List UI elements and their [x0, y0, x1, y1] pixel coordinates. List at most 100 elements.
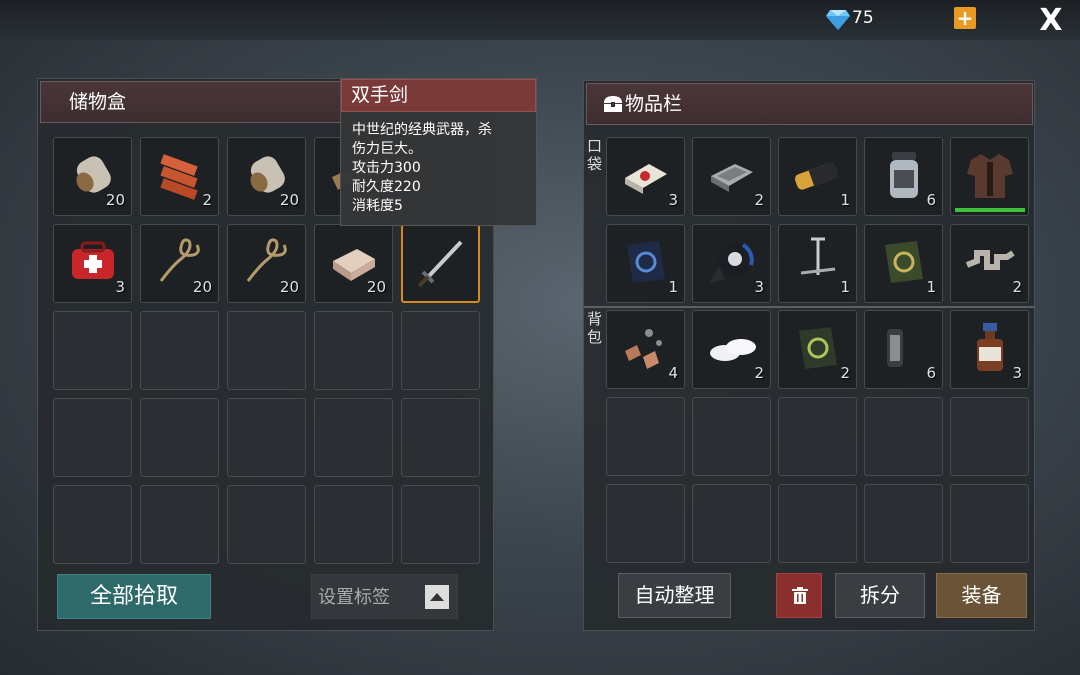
storage-slot[interactable] [227, 485, 306, 564]
jar-icon [890, 152, 918, 198]
backpack-slot[interactable] [864, 484, 943, 563]
item-count: 4 [668, 364, 678, 382]
storage-slot[interactable] [140, 398, 219, 477]
pocket-slot[interactable] [950, 137, 1029, 216]
item-tooltip: 双手剑 中世纪的经典武器，杀 伤力巨大。 攻击力300 耐久度220 消耗度5 [340, 78, 537, 226]
pocket-slot[interactable]: 1 [778, 224, 857, 303]
gem-count: 75 [852, 8, 874, 28]
storage-slot[interactable]: 2 [140, 137, 219, 216]
storage-slot[interactable]: 20 [53, 137, 132, 216]
storage-slot-selected[interactable] [401, 224, 480, 303]
tooltip-durability-stat: 耐久度220 [352, 179, 421, 195]
item-count: 20 [366, 278, 386, 296]
pocket-slot[interactable]: 1 [864, 224, 943, 303]
backpack-slot[interactable] [606, 397, 685, 476]
close-button[interactable]: X [1036, 4, 1066, 38]
storage-slot[interactable] [314, 398, 393, 477]
equip-button[interactable]: 装备 [936, 573, 1027, 618]
item-count: 1 [840, 278, 850, 296]
backpack-slot[interactable] [950, 397, 1029, 476]
film-roll-icon [887, 329, 923, 367]
auto-sort-button[interactable]: 自动整理 [618, 573, 731, 618]
bricks-icon [160, 154, 198, 200]
backpack-slot[interactable] [692, 484, 771, 563]
backpack-slot[interactable]: 2 [778, 310, 857, 389]
pocket-slot[interactable]: 2 [692, 137, 771, 216]
item-count: 6 [926, 364, 936, 382]
tooltip-attack-stat: 攻击力300 [352, 160, 421, 176]
scrap-parts-icon [625, 329, 662, 369]
backpack-slot[interactable] [606, 484, 685, 563]
backpack-slot[interactable] [950, 484, 1029, 563]
backpack-slot[interactable] [692, 397, 771, 476]
storage-slot[interactable]: 3 [53, 224, 132, 303]
section-divider [584, 306, 1034, 308]
inventory-title: 物品栏 [625, 93, 683, 115]
storage-slot[interactable]: 20 [227, 224, 306, 303]
storage-slot[interactable]: 20 [140, 224, 219, 303]
pocket-label-char: 口 [587, 137, 603, 155]
backpack-slot[interactable]: 4 [606, 310, 685, 389]
item-count: 20 [192, 278, 212, 296]
storage-slot[interactable] [227, 398, 306, 477]
hard-drive-icon [711, 164, 753, 192]
durability-bar [955, 208, 1025, 212]
set-tag-label: 设置标签 [318, 587, 390, 608]
pocket-grid: 3 2 1 6 1 3 1 1 2 [606, 137, 1029, 303]
medicine-bottle-icon [977, 323, 1003, 371]
storage-slot[interactable] [227, 311, 306, 390]
storage-slot[interactable]: 20 [227, 137, 306, 216]
add-gems-button[interactable]: + [954, 7, 976, 29]
delete-button[interactable] [776, 573, 822, 618]
battery-icon [794, 161, 839, 190]
split-button[interactable]: 拆分 [835, 573, 925, 618]
storage-slot[interactable] [53, 398, 132, 477]
backpack-slot[interactable]: 2 [692, 310, 771, 389]
storage-slot[interactable] [401, 398, 480, 477]
item-count: 2 [840, 364, 850, 382]
backpack-label-char: 背 [587, 310, 603, 328]
storage-slot[interactable] [401, 485, 480, 564]
item-count: 2 [1012, 278, 1022, 296]
chest-icon [604, 96, 622, 112]
backpack-slot[interactable] [778, 397, 857, 476]
pocket-slot[interactable]: 6 [864, 137, 943, 216]
pocket-slot[interactable]: 3 [606, 137, 685, 216]
storage-slot[interactable] [314, 485, 393, 564]
pocket-slot[interactable]: 1 [606, 224, 685, 303]
item-count: 1 [668, 278, 678, 296]
set-tag-dropdown[interactable]: 设置标签 [311, 574, 458, 619]
backpack-slot[interactable]: 3 [950, 310, 1029, 389]
backpack-grid: 4 2 2 6 3 [606, 310, 1029, 563]
pocket-slot[interactable]: 3 [692, 224, 771, 303]
pick-all-button[interactable]: 全部拾取 [57, 574, 211, 619]
item-count: 2 [202, 191, 212, 209]
storage-slot[interactable] [53, 311, 132, 390]
storage-slot[interactable] [53, 485, 132, 564]
item-count: 20 [279, 191, 299, 209]
storage-slot[interactable] [401, 311, 480, 390]
pocket-slot[interactable]: 2 [950, 224, 1029, 303]
crankshaft-icon [965, 250, 1015, 270]
storage-slot[interactable] [140, 485, 219, 564]
storage-slot[interactable] [140, 311, 219, 390]
item-count: 3 [115, 278, 125, 296]
pocket-label-char: 袋 [587, 155, 603, 173]
item-count: 20 [279, 278, 299, 296]
recipe-book-icon [799, 327, 837, 369]
trash-icon [792, 587, 808, 604]
duct-tape-icon [709, 242, 754, 283]
diamond-icon [826, 10, 850, 30]
tooltip-description-line: 伤力巨大。 [352, 141, 422, 157]
item-count: 20 [105, 191, 125, 209]
backpack-slot[interactable] [864, 397, 943, 476]
pocket-slot[interactable]: 1 [778, 137, 857, 216]
backpack-slot[interactable]: 6 [864, 310, 943, 389]
item-count: 1 [926, 278, 936, 296]
inventory-header: 物品栏 [586, 83, 1033, 125]
backpack-label-char: 包 [587, 328, 603, 346]
storage-slot[interactable] [314, 311, 393, 390]
top-bar [0, 0, 1080, 40]
storage-slot[interactable]: 20 [314, 224, 393, 303]
backpack-slot[interactable] [778, 484, 857, 563]
